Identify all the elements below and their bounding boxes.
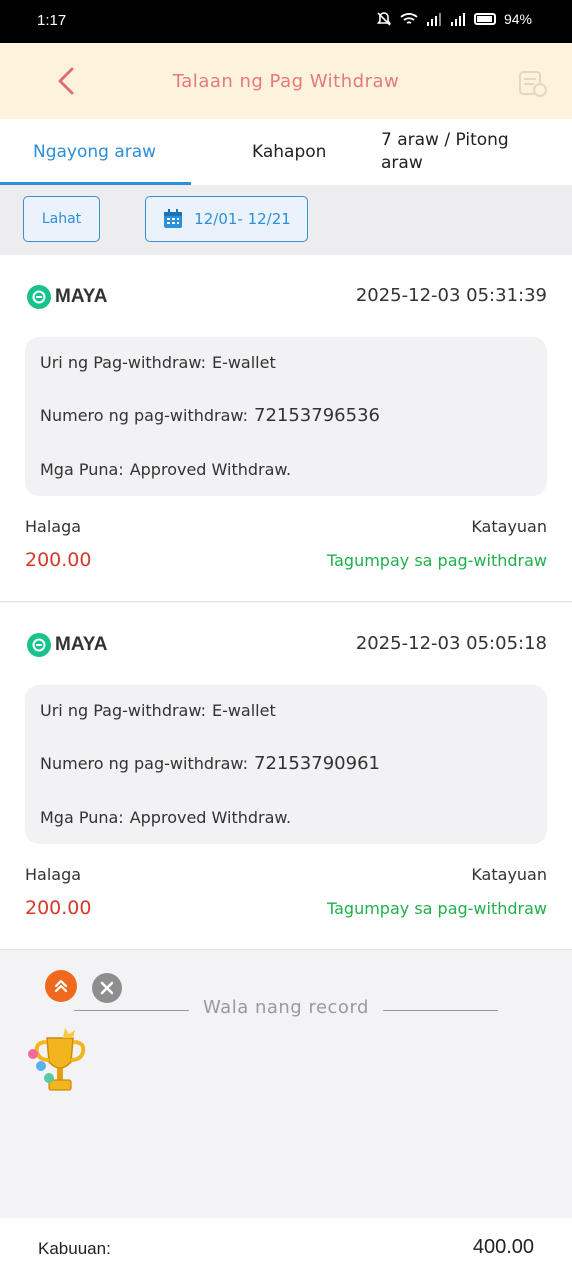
- scroll-top-button[interactable]: [45, 970, 77, 1002]
- amount-label: Halaga: [25, 517, 82, 536]
- signal-icon: [426, 13, 441, 26]
- withdraw-type-label: Uri ng Pag-withdraw:: [40, 701, 206, 720]
- record-datetime: 2025-12-03 05:05:18: [355, 633, 547, 654]
- battery-level: 94%: [503, 11, 532, 27]
- withdraw-type-row: Uri ng Pag-withdraw: E-wallet: [40, 701, 276, 720]
- trophy-icon[interactable]: [25, 1024, 95, 1096]
- maya-logo: MAYA: [27, 633, 107, 657]
- provider-name: MAYA: [55, 286, 108, 307]
- receipt-icon[interactable]: [516, 67, 548, 99]
- wifi-icon: [400, 13, 418, 24]
- no-more-records-text: Wala nang record: [203, 997, 369, 1018]
- remarks-value: Approved Withdraw.: [129, 460, 292, 479]
- remarks-row: Mga Puna: Approved Withdraw.: [40, 460, 291, 479]
- remarks-label: Mga Puna:: [40, 808, 124, 827]
- record-details: Uri ng Pag-withdraw: E-wallet Numero ng p…: [25, 337, 547, 496]
- tab-yesterday[interactable]: Kahapon: [252, 119, 326, 185]
- date-tabs: Ngayong araw Kahapon 7 araw / Pitong ara…: [0, 119, 572, 185]
- tab-seven-days-line2: araw: [381, 153, 423, 173]
- total-value: 400.00: [472, 1236, 534, 1258]
- filter-bar: Lahat 12/01- 12/21: [0, 185, 572, 255]
- amount-value: 200.00: [25, 897, 92, 919]
- status-value: Tagumpay sa pag-withdraw: [326, 899, 547, 918]
- tab-today[interactable]: Ngayong araw: [33, 119, 156, 185]
- page-title: Talaan ng Pag Withdraw: [172, 71, 400, 92]
- date-range-button[interactable]: 12/01- 12/21: [145, 196, 308, 242]
- maya-logo-icon: [27, 633, 51, 657]
- maya-logo-icon: [27, 285, 51, 309]
- signal-icon: [450, 13, 465, 26]
- app-header: Talaan ng Pag Withdraw: [0, 43, 572, 119]
- status-bar: 1:17 94%: [0, 0, 572, 43]
- remarks-label: Mga Puna:: [40, 460, 124, 479]
- close-icon: [100, 981, 114, 995]
- mute-icon: [376, 12, 392, 26]
- withdraw-type-value: E-wallet: [211, 353, 276, 372]
- record-details: Uri ng Pag-withdraw: E-wallet Numero ng p…: [25, 685, 547, 844]
- record-datetime: 2025-12-03 05:31:39: [355, 285, 547, 306]
- withdraw-number-label: Numero ng pag-withdraw:: [40, 754, 248, 773]
- status-icons: 94%: [376, 11, 532, 27]
- status-label: Katayuan: [471, 865, 547, 884]
- close-button[interactable]: [92, 973, 122, 1003]
- status-label: Katayuan: [471, 517, 547, 536]
- withdraw-number-row: Numero ng pag-withdraw: 72153796536: [40, 405, 380, 426]
- all-filter-button[interactable]: Lahat: [23, 196, 100, 242]
- total-footer: Kabuuan: 400.00: [0, 1218, 572, 1280]
- status-value: Tagumpay sa pag-withdraw: [326, 551, 547, 570]
- withdraw-number-value: 72153790961: [254, 753, 380, 774]
- maya-logo: MAYA: [27, 285, 107, 309]
- date-range-text: 12/01- 12/21: [194, 210, 291, 228]
- status-time: 1:17: [37, 12, 67, 29]
- remarks-value: Approved Withdraw.: [129, 808, 292, 827]
- provider-name: MAYA: [55, 634, 108, 655]
- withdraw-record[interactable]: MAYA 2025-12-03 05:31:39 Uri ng Pag-with…: [0, 255, 572, 602]
- withdraw-record[interactable]: MAYA 2025-12-03 05:05:18 Uri ng Pag-with…: [0, 603, 572, 950]
- amount-label: Halaga: [25, 865, 82, 884]
- battery-icon: [473, 13, 496, 25]
- withdraw-type-value: E-wallet: [211, 701, 276, 720]
- withdraw-type-label: Uri ng Pag-withdraw:: [40, 353, 206, 372]
- withdraw-type-row: Uri ng Pag-withdraw: E-wallet: [40, 353, 276, 372]
- calendar-icon: [164, 209, 183, 228]
- tab-seven-days[interactable]: 7 araw / Pitong araw: [381, 119, 509, 185]
- withdraw-number-value: 72153796536: [254, 405, 380, 426]
- tab-seven-days-line1: 7 araw / Pitong: [381, 130, 509, 150]
- amount-value: 200.00: [25, 549, 92, 571]
- total-label: Kabuuan:: [38, 1239, 111, 1258]
- withdraw-number-row: Numero ng pag-withdraw: 72153790961: [40, 753, 380, 774]
- scroll-top-icon: [54, 979, 68, 993]
- withdraw-number-label: Numero ng pag-withdraw:: [40, 406, 248, 425]
- remarks-row: Mga Puna: Approved Withdraw.: [40, 808, 291, 827]
